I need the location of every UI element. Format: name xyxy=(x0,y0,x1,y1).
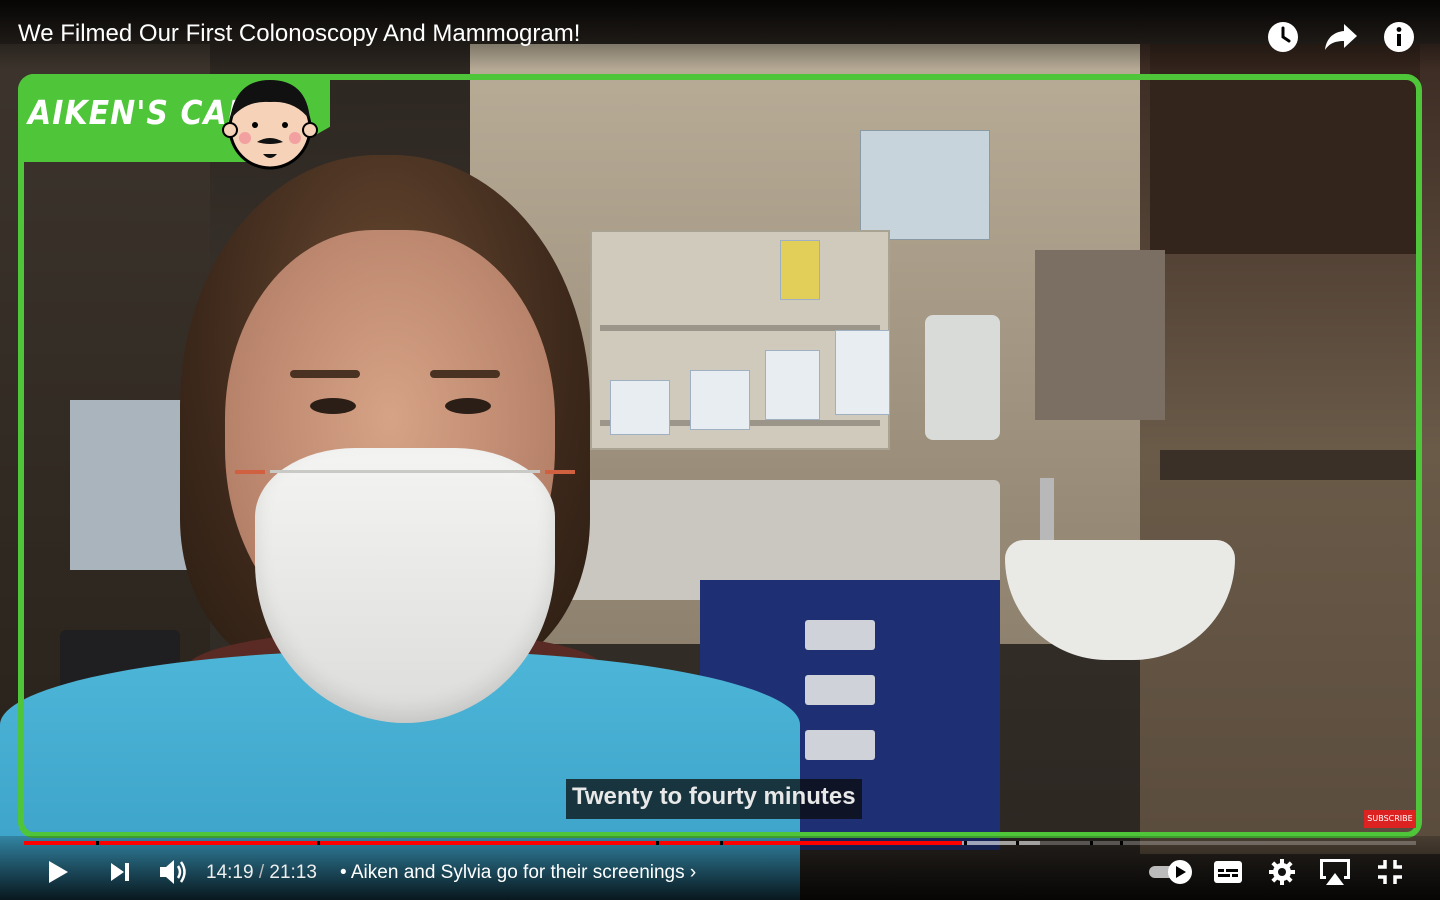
chapter-marker xyxy=(656,841,659,845)
subtitle-caption: Twenty to fourty minutes xyxy=(566,779,862,819)
avatar-cartoon xyxy=(222,80,318,170)
clock-icon xyxy=(1268,22,1298,52)
share-arrow-icon xyxy=(1325,24,1357,50)
share-button[interactable] xyxy=(1324,20,1358,54)
current-time: 14:19 xyxy=(206,862,254,883)
info-icon xyxy=(1384,22,1414,52)
next-button[interactable] xyxy=(102,852,138,892)
volume-button[interactable] xyxy=(154,852,194,892)
chapter-marker xyxy=(1120,841,1123,845)
play-button[interactable] xyxy=(40,852,76,892)
chapter-marker xyxy=(720,841,723,845)
progress-played xyxy=(24,841,963,845)
volume-icon xyxy=(160,860,186,884)
progress-bar[interactable] xyxy=(24,841,1416,845)
exit-fullscreen-icon xyxy=(1378,860,1402,884)
subtitles-button[interactable] xyxy=(1208,852,1248,892)
chapter-marker xyxy=(964,841,967,845)
chapter-title[interactable]: • Aiken and Sylvia go for their screenin… xyxy=(340,862,696,884)
autoplay-toggle-icon xyxy=(1149,860,1192,884)
airplay-icon xyxy=(1320,859,1350,885)
settings-button[interactable] xyxy=(1262,852,1302,892)
chapter-marker xyxy=(96,841,99,845)
gear-icon xyxy=(1269,859,1295,885)
subscribe-watermark[interactable]: SUBSCRIBE xyxy=(1364,810,1416,828)
info-button[interactable] xyxy=(1382,20,1416,54)
time-display: 14:19 / 21:13 xyxy=(206,862,317,884)
video-title[interactable]: We Filmed Our First Colonoscopy And Mamm… xyxy=(18,20,580,48)
autoplay-toggle[interactable] xyxy=(1146,852,1194,892)
watch-later-button[interactable] xyxy=(1266,20,1300,54)
chapter-marker xyxy=(1016,841,1019,845)
duration: 21:13 xyxy=(269,862,317,883)
cam-overlay-frame xyxy=(18,74,1422,838)
exit-fullscreen-button[interactable] xyxy=(1370,852,1410,892)
play-icon xyxy=(49,861,68,883)
skip-next-icon xyxy=(111,863,129,881)
time-separator: / xyxy=(253,862,270,883)
chapter-marker xyxy=(317,841,320,845)
captions-icon xyxy=(1214,861,1242,883)
chapter-marker xyxy=(1090,841,1093,845)
airplay-button[interactable] xyxy=(1314,852,1356,892)
